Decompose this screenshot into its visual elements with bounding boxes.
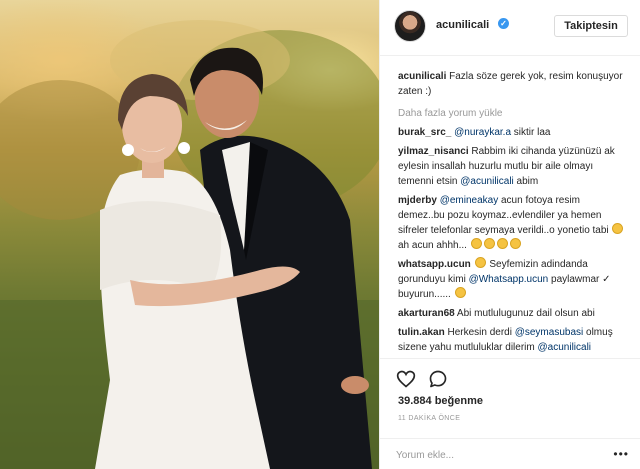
face-emoji-icon bbox=[470, 238, 482, 249]
post-photo[interactable] bbox=[0, 0, 379, 469]
comment-mention[interactable]: @emineakay bbox=[440, 195, 499, 206]
heart-icon[interactable] bbox=[396, 369, 416, 389]
profile-avatar[interactable] bbox=[394, 10, 426, 42]
verified-badge-icon: ✓ bbox=[498, 18, 509, 29]
face-emoji-icon bbox=[496, 238, 508, 249]
comment-text: abim bbox=[513, 176, 539, 187]
follow-button[interactable]: Takiptesin bbox=[554, 15, 628, 37]
comment-mention[interactable]: @nuraykar.a bbox=[454, 127, 511, 138]
face-emoji-icon bbox=[454, 287, 466, 298]
load-more-comments-link[interactable]: Daha fazla yorum yükle bbox=[398, 108, 503, 119]
comment-username[interactable]: mjderby bbox=[398, 195, 437, 206]
comment-username[interactable]: whatsapp.ucun bbox=[398, 259, 471, 270]
comment-item: yilmaz_nisanci Rabbim iki cihanda yüzünü… bbox=[398, 144, 628, 189]
face-emoji-icon bbox=[509, 238, 521, 249]
comment-item: tulin.akan Herkesin derdi @seymasubasi o… bbox=[398, 325, 628, 355]
post-timestamp: 11 DAKİKA ÖNCE bbox=[398, 415, 461, 422]
add-comment-bar: ••• bbox=[380, 438, 640, 469]
comment-text: siktir laa bbox=[511, 127, 551, 138]
face-emoji-icon bbox=[483, 238, 495, 249]
comment-list: burak_src_ @nuraykar.a siktir laa yilmaz… bbox=[398, 125, 628, 358]
caption-username[interactable]: acunilicali bbox=[398, 71, 446, 82]
post-caption: acunilicali Fazla söze gerek yok, resim … bbox=[398, 69, 626, 99]
couple-photo-illustration bbox=[0, 20, 379, 469]
comment-mention[interactable]: @seymasubasi bbox=[515, 327, 584, 338]
comment-username[interactable]: burak_src_ bbox=[398, 127, 451, 138]
post-sidebar: acunilicali ✓ Takiptesin acunilicali Faz… bbox=[379, 0, 640, 469]
comment-input[interactable] bbox=[396, 445, 606, 465]
like-count[interactable]: 39.884 beğenme bbox=[398, 395, 483, 407]
comment-username[interactable]: tulin.akan bbox=[398, 327, 445, 338]
post-header: acunilicali ✓ Takiptesin bbox=[380, 0, 640, 56]
comment-mention[interactable]: @acunilicali bbox=[538, 342, 592, 353]
comment-text: ah acun ahhh... bbox=[398, 240, 467, 251]
comment-mention[interactable]: @acunilicali bbox=[460, 176, 514, 187]
comment-item: burak_src_ @nuraykar.a siktir laa bbox=[398, 125, 628, 140]
comment-item: akarturan68 Abi mutlulugunuz dail olsun … bbox=[398, 306, 628, 321]
comment-item: mjderby @emineakay acun fotoya resim dem… bbox=[398, 193, 628, 253]
comment-item: whatsapp.ucun Seyfemizin adindanda gorun… bbox=[398, 257, 628, 302]
comment-username[interactable]: akarturan68 bbox=[398, 308, 455, 319]
pointing-hand-emoji-icon bbox=[474, 257, 486, 268]
profile-username[interactable]: acunilicali bbox=[436, 19, 489, 31]
comment-text: Abi mutlulugunuz dail olsun abi bbox=[454, 308, 595, 319]
more-options-icon[interactable]: ••• bbox=[613, 447, 629, 461]
comment-bubble-icon[interactable] bbox=[428, 369, 448, 389]
comment-username[interactable]: yilmaz_nisanci bbox=[398, 146, 469, 157]
comment-text: Herkesin derdi bbox=[444, 327, 515, 338]
comment-mention[interactable]: @Whatsapp.ucun bbox=[469, 274, 549, 285]
face-emoji-icon bbox=[612, 223, 624, 234]
